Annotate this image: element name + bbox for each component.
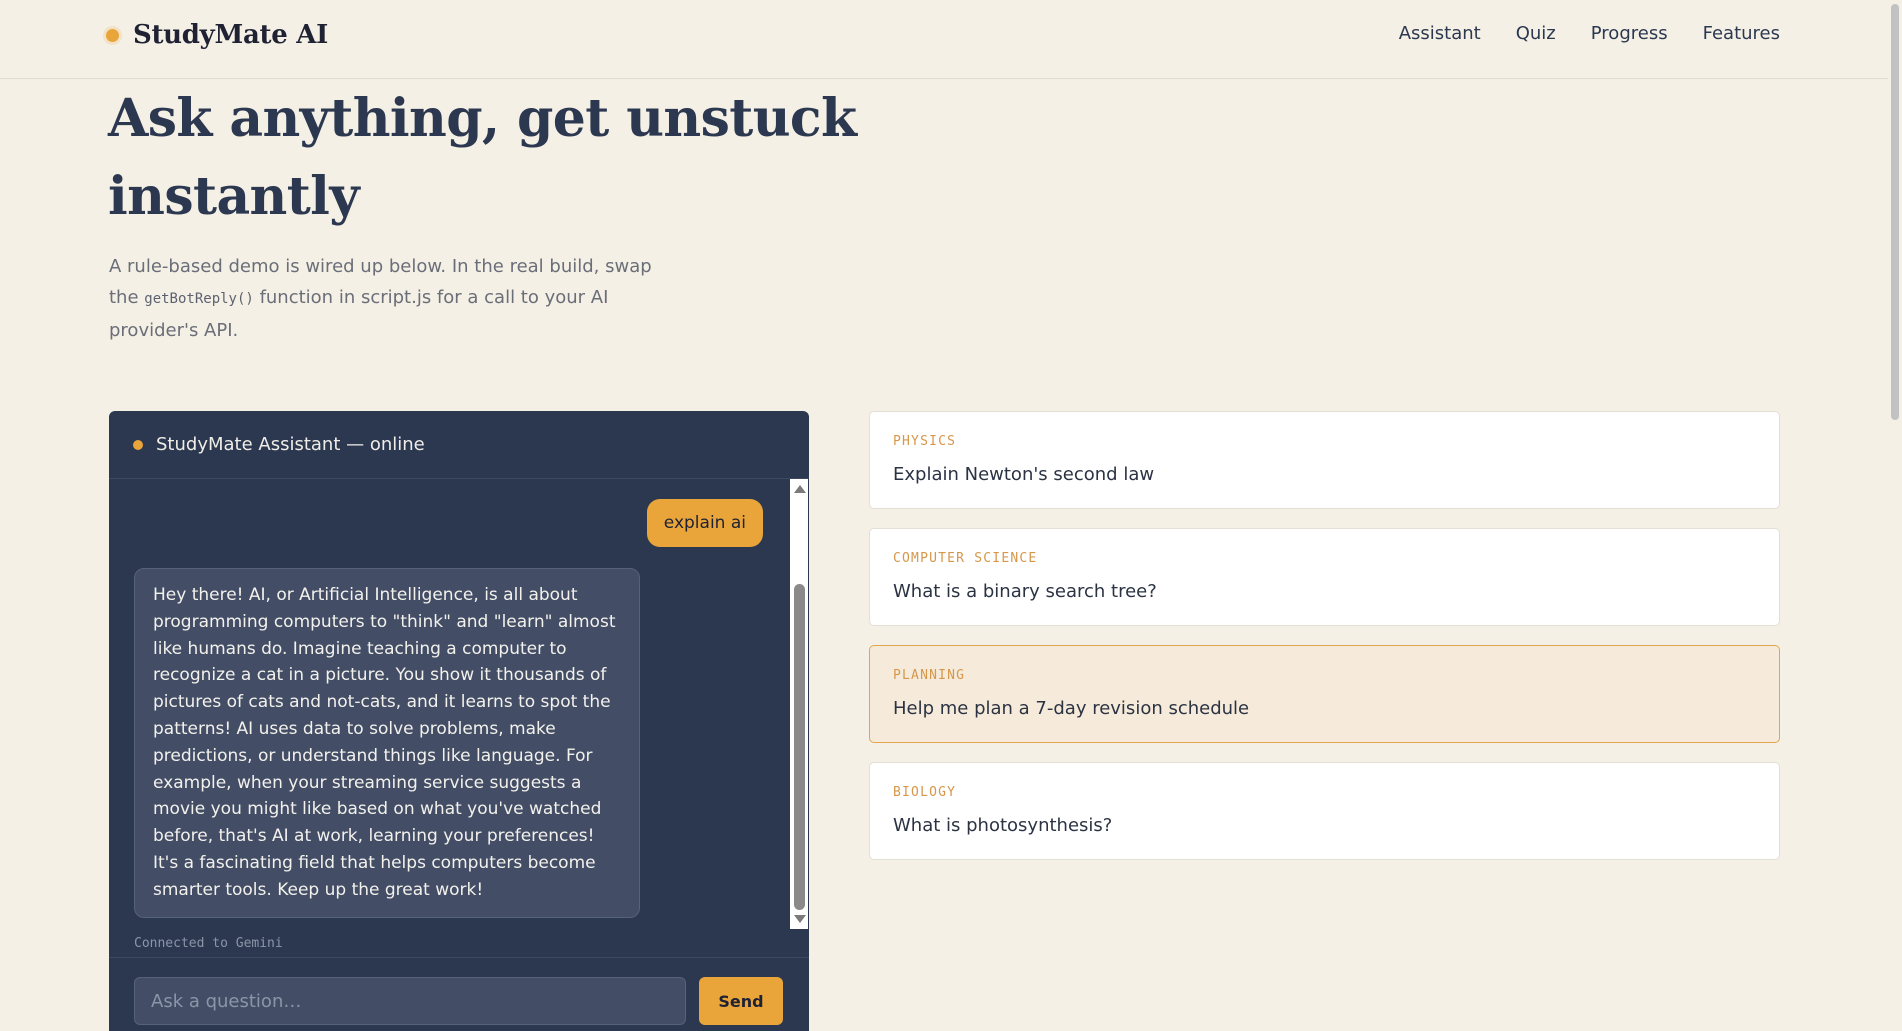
page-scrollbar[interactable] [1888,0,1902,1012]
scroll-down-arrow-icon[interactable] [794,915,806,923]
card-question: What is a binary search tree? [893,581,1157,602]
function-code: getBotReply() [144,291,254,307]
card-tag: PHYSICS [893,434,957,449]
chat-header: StudyMate Assistant — online [109,411,809,479]
card-question: What is photosynthesis? [893,815,1113,836]
nav-link-features[interactable]: Features [1703,23,1780,44]
page-subtitle: A rule-based demo is wired up below. In … [109,251,669,346]
chat-scroll-thumb[interactable] [794,584,805,910]
user-message: explain ai [646,499,763,547]
card-tag: COMPUTER SCIENCE [893,551,1038,566]
main-nav: Assistant Quiz Progress Features [1399,23,1780,44]
card-tag: PLANNING [893,668,966,683]
card-question: Explain Newton's second law [893,464,1155,485]
message-list[interactable]: explain ai Hey there! AI, or Artificial … [109,479,789,929]
chat-panel: StudyMate Assistant — online explain ai … [109,411,809,1031]
question-input[interactable] [134,977,686,1025]
nav-link-assistant[interactable]: Assistant [1399,23,1481,44]
online-status-icon [133,439,143,450]
card-tag: BIOLOGY [893,785,957,800]
provider-status: Connected to Gemini [134,936,283,951]
page-scroll-thumb[interactable] [1891,4,1899,420]
nav-link-quiz[interactable]: Quiz [1516,23,1556,44]
brand-name: StudyMate AI [133,20,328,50]
brand[interactable]: StudyMate AI [106,20,328,50]
suggestion-card-planning[interactable]: PLANNING Help me plan a 7-day revision s… [869,645,1780,743]
suggestion-card-biology[interactable]: BIOLOGY What is photosynthesis? [869,762,1780,860]
chat-title: StudyMate Assistant — online [156,434,425,455]
chat-scrollbar[interactable] [790,479,808,929]
send-button[interactable]: Send [699,977,783,1025]
brand-dot-icon [106,28,119,42]
card-question: Help me plan a 7-day revision schedule [893,698,1250,719]
bot-message: Hey there! AI, or Artificial Intelligenc… [134,568,640,918]
scroll-up-arrow-icon[interactable] [794,485,806,493]
suggestion-card-physics[interactable]: PHYSICS Explain Newton's second law [869,411,1780,509]
nav-link-progress[interactable]: Progress [1591,23,1668,44]
top-navbar: StudyMate AI Assistant Quiz Progress Fea… [0,0,1902,79]
divider [109,957,809,958]
page-title: Ask anything, get unstuck instantly [108,88,857,227]
suggestion-card-computer-science[interactable]: COMPUTER SCIENCE What is a binary search… [869,528,1780,626]
